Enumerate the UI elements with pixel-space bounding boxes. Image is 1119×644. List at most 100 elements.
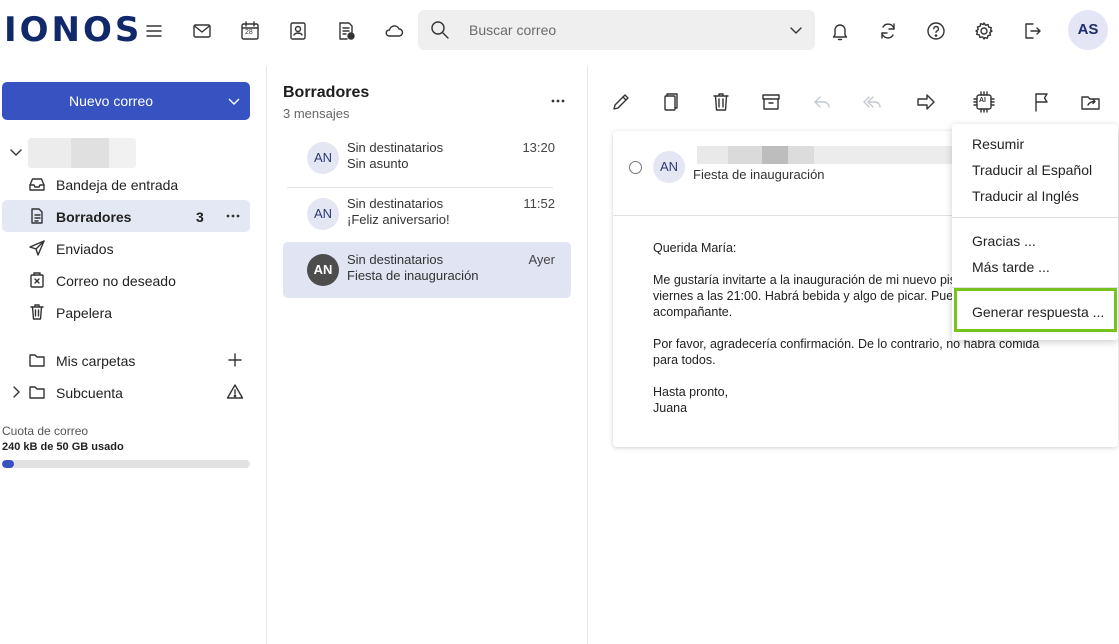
folder-icon [28,383,46,401]
trash-icon [28,303,46,321]
spam-icon [28,271,46,289]
drafts-count: 3 [196,209,204,225]
chevron-right-icon[interactable] [8,384,24,400]
message-subject: Fiesta de inauguración [693,167,825,182]
sidebar-item-label: Bandeja de entrada [56,177,179,193]
help-icon[interactable] [924,19,948,43]
mail-icon[interactable] [190,19,214,43]
message-time: 13:20 [522,140,555,155]
new-mail-button[interactable]: Nuevo correo [2,82,250,120]
sidebar-item-subaccount[interactable]: Subcuenta [2,376,250,408]
avatar: AN [307,142,339,174]
body-line: acompañante. [653,305,733,319]
message-time: Ayer [528,252,556,267]
sidebar-item-label: Borradores [56,209,132,225]
move-icon[interactable] [1079,90,1103,114]
sidebar-item-trash[interactable]: Papelera [2,296,250,328]
subaccount-label: Subcuenta [56,385,123,401]
account-name[interactable] [28,138,136,168]
flag-icon[interactable] [1030,90,1054,114]
body-line: Me gustaría invitarte a la inauguración … [653,273,956,287]
select-radio[interactable] [629,161,642,174]
contacts-icon[interactable] [286,19,310,43]
menu-item-summarize[interactable]: Resumir [972,136,1024,152]
search-input[interactable]: Buscar correo [469,22,556,38]
calendar-icon[interactable]: 28 [238,19,262,43]
avatar: AN [653,151,685,183]
quota-bar [2,460,250,468]
send-icon [28,239,46,257]
body-line: viernes a las 21:00. Habrá bebida y algo… [653,289,961,303]
avatar: AN [307,254,339,286]
calendar-day: 28 [245,29,253,36]
drafts-icon [28,207,46,225]
message-from: Sin destinatarios [347,252,444,267]
body-line: Juana [653,401,688,415]
sidebar-item-drafts[interactable]: Borradores 3 [2,200,250,232]
message-time: 11:52 [523,196,555,211]
more-options-icon[interactable] [549,92,567,110]
edit-icon[interactable] [609,90,633,114]
ai-label: AI [979,97,986,104]
collapse-chevron-icon[interactable] [8,144,24,160]
delete-icon[interactable] [709,90,733,114]
ionos-logo[interactable]: IONOS [4,10,142,50]
reply-icon [810,90,834,114]
cloud-icon[interactable] [382,19,406,43]
quota-label: Cuota de correo [2,424,89,438]
chevron-down-icon[interactable] [226,93,242,109]
top-bar: IONOS 28 Buscar correo AS [0,0,1119,64]
sender-address [697,146,957,164]
my-folders-label: Mis carpetas [56,353,136,369]
sidebar-item-label: Enviados [56,241,114,257]
warning-icon [226,383,244,401]
body-line: para todos. [653,353,716,367]
archive-icon[interactable] [759,90,783,114]
reply-all-icon [860,90,884,114]
ai-icon[interactable]: AI [972,90,996,114]
search-bar[interactable]: Buscar correo [418,10,815,50]
list-item[interactable]: AN Sin destinatarios Fiesta de inaugurac… [283,242,571,298]
avatar: AN [307,198,339,230]
folder-icon [28,351,46,369]
body-line: Querida María: [653,241,737,255]
list-title: Borradores [283,84,370,101]
sidebar-item-inbox[interactable]: Bandeja de entrada [2,168,250,200]
list-item[interactable]: AN Sin destinatarios Sin asunto 13:20 [283,130,571,186]
menu-item-translate-spanish[interactable]: Traducir al Español [972,162,1092,178]
quota-bar-fill [2,460,15,468]
bell-icon[interactable] [828,19,852,43]
message-from: Sin destinatarios [347,196,444,211]
body-line: Hasta pronto, [653,385,729,399]
menu-item-thanks[interactable]: Gracias ... [972,233,1036,249]
copy-icon[interactable] [658,90,682,114]
chevron-down-icon[interactable] [788,22,804,38]
sidebar-item-label: Correo no deseado [56,273,176,289]
search-icon [428,18,452,42]
sidebar-item-sent[interactable]: Enviados [2,232,250,264]
highlight-box [954,288,1117,332]
message-subject: Fiesta de inauguración [347,268,479,283]
sync-icon[interactable] [876,19,900,43]
menu-icon[interactable] [142,19,166,43]
logout-icon[interactable] [1020,19,1044,43]
menu-divider [952,217,1118,218]
list-count: 3 mensajes [283,106,350,121]
inbox-icon [28,175,46,193]
more-options-icon[interactable] [224,207,242,225]
message-from: Sin destinatarios [347,140,444,155]
add-folder-icon[interactable] [226,351,244,369]
list-item[interactable]: AN Sin destinatarios ¡Feliz aniversario!… [283,186,571,242]
notes-icon[interactable] [334,19,358,43]
user-avatar[interactable]: AS [1068,10,1108,50]
sidebar-item-spam[interactable]: Correo no deseado [2,264,250,296]
sidebar: Nuevo correo Bandeja de entrada Borrador… [0,66,267,644]
gear-icon[interactable] [972,19,996,43]
quota-value: 240 kB de 50 GB usado [2,441,124,453]
menu-item-translate-english[interactable]: Traducir al Inglés [972,188,1079,204]
menu-item-later[interactable]: Más tarde ... [972,259,1050,275]
message-subject: Sin asunto [347,156,409,171]
forward-icon[interactable] [914,90,938,114]
message-list: Borradores 3 mensajes AN Sin destinatari… [267,66,588,644]
sidebar-item-my-folders[interactable]: Mis carpetas [2,344,250,376]
